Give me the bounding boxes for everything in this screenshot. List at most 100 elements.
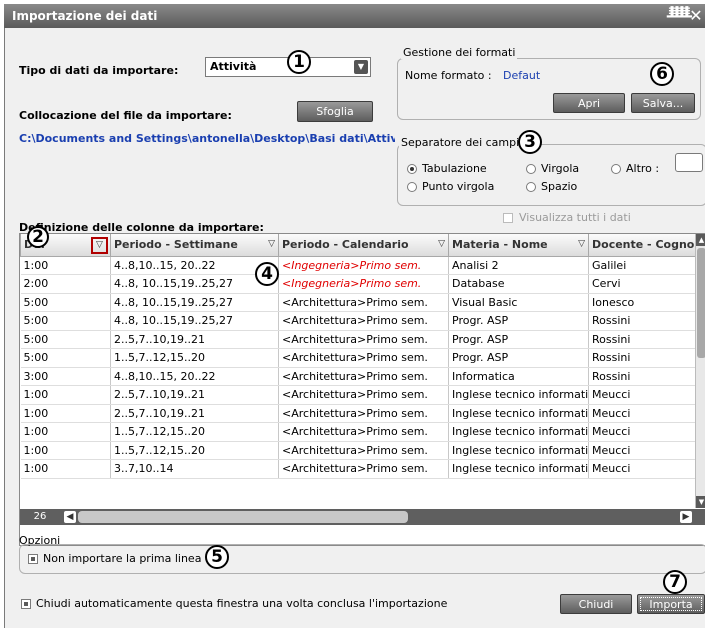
table-row[interactable]: 1:00 2..5,7..10,19..21 <Architettura>Primo… bbox=[20, 385, 697, 405]
radio-semicolon-label: Punto virgola bbox=[422, 180, 495, 193]
table-cell: 5:00 bbox=[20, 311, 111, 331]
column-header[interactable]: Periodo - Settimane ▽ bbox=[110, 234, 279, 257]
table-cell: Rossini bbox=[588, 311, 697, 331]
table-cell: Meucci bbox=[588, 385, 697, 405]
browse-button[interactable]: Sfoglia bbox=[297, 101, 373, 122]
callout-6: 6 bbox=[650, 62, 674, 86]
callout-2: 2 bbox=[27, 226, 49, 248]
column-dropdown-highlight[interactable]: ▽ bbox=[91, 237, 108, 254]
table-cell: Galilei bbox=[588, 256, 697, 275]
table-cell: Progr. ASP bbox=[448, 348, 589, 368]
sort-arrow-icon[interactable]: ▽ bbox=[268, 239, 275, 249]
scroll-right-icon[interactable]: ▶ bbox=[680, 511, 692, 523]
table-cell: 1:00 bbox=[20, 385, 111, 405]
save-format-button[interactable]: Salva... bbox=[631, 93, 695, 113]
scroll-thumb[interactable] bbox=[697, 248, 705, 358]
table-cell: Rossini bbox=[588, 367, 697, 386]
table-cell: <Architettura>Primo sem. bbox=[278, 404, 449, 423]
show-all-checkbox[interactable] bbox=[503, 213, 513, 223]
callout-3: 3 bbox=[518, 130, 542, 154]
scroll-left-icon[interactable]: ◀ bbox=[64, 511, 76, 523]
auto-close-checkbox[interactable] bbox=[21, 599, 31, 609]
table-cell: 1..5,7..12,15..20 bbox=[110, 422, 279, 442]
table-cell: Rossini bbox=[588, 348, 697, 368]
table-row[interactable]: 3:00 4..8,10..15, 20..22 <Architettura>Pri… bbox=[20, 367, 697, 386]
table-cell: <Architettura>Primo sem. bbox=[278, 459, 449, 479]
table-cell: Analisi 2 bbox=[448, 256, 589, 275]
separator-group bbox=[397, 144, 705, 206]
close-icon[interactable]: ✕ bbox=[687, 6, 705, 26]
table-cell: 1:00 bbox=[20, 256, 111, 275]
radio-semicolon[interactable] bbox=[407, 182, 417, 192]
scroll-up-icon[interactable]: ▲ bbox=[696, 234, 705, 246]
table-cell: 1:00 bbox=[20, 404, 111, 423]
callout-7: 7 bbox=[663, 570, 687, 594]
table-cell: 2..5,7..10,19..21 bbox=[110, 404, 279, 423]
radio-other[interactable] bbox=[611, 164, 621, 174]
table-cell: Rossini bbox=[588, 330, 697, 349]
table-cell: Meucci bbox=[588, 459, 697, 479]
radio-space[interactable] bbox=[526, 182, 536, 192]
table-row[interactable]: 5:00 4..8, 10..15,19..25,27 <Architettura>… bbox=[20, 311, 697, 331]
table-cell: <Architettura>Primo sem. bbox=[278, 367, 449, 386]
table-row[interactable]: 1:00 1..5,7..12,15..20 <Architettura>Primo… bbox=[20, 441, 697, 460]
table-cell: 2..5,7..10,19..21 bbox=[110, 385, 279, 405]
close-button[interactable]: Chiudi bbox=[560, 594, 632, 614]
table-row[interactable]: 5:00 1..5,7..12,15..20 <Architettura>Primo… bbox=[20, 348, 697, 368]
column-header[interactable]: Materia - Nome ▽ bbox=[448, 234, 589, 257]
vertical-scrollbar[interactable]: ▲ ▼ bbox=[695, 234, 705, 508]
title-bar: Importazione dei dati ᚙ ✕ bbox=[4, 4, 705, 28]
table-cell: Meucci bbox=[588, 404, 697, 423]
import-button[interactable]: Importa bbox=[637, 594, 705, 614]
table-row[interactable]: 1:00 1..5,7..12,15..20 <Architettura>Primo… bbox=[20, 422, 697, 442]
sort-arrow-icon[interactable]: ▽ bbox=[578, 239, 585, 249]
table-cell: 5:00 bbox=[20, 293, 111, 312]
header-row: Dur Periodo - Settimane▽ Periodo - Calen… bbox=[20, 234, 697, 257]
separator-legend: Separatore dei campi bbox=[399, 136, 522, 149]
table-cell: Inglese tecnico informatico bbox=[448, 422, 589, 442]
table-cell: 1..5,7..12,15..20 bbox=[110, 441, 279, 460]
column-header[interactable]: Docente - Cognome bbox=[588, 234, 697, 257]
table-cell: 5:00 bbox=[20, 330, 111, 349]
table-cell: Database bbox=[448, 274, 589, 294]
table-cell: <Architettura>Primo sem. bbox=[278, 311, 449, 331]
table-cell: 4..8, 10..15,19..25,27 bbox=[110, 293, 279, 312]
table-cell: 2:00 bbox=[20, 274, 111, 294]
table-row[interactable]: 1:00 2..5,7..10,19..21 <Architettura>Primo… bbox=[20, 404, 697, 423]
format-management-legend: Gestione dei formati bbox=[401, 46, 518, 59]
table-row[interactable]: 1:00 4..8,10..15, 20..22 <Ingegneria>Primo… bbox=[20, 256, 697, 275]
table-cell: Inglese tecnico informatico bbox=[448, 459, 589, 479]
table-cell: 4..8, 10..15,19..25,27 bbox=[110, 311, 279, 331]
table-row[interactable]: 5:00 4..8, 10..15,19..25,27 <Architettura>… bbox=[20, 293, 697, 312]
table-cell: 4..8,10..15, 20..22 bbox=[110, 367, 279, 386]
radio-tab[interactable] bbox=[407, 164, 417, 174]
table-cell: <Architettura>Primo sem. bbox=[278, 385, 449, 405]
horizontal-scrollbar[interactable] bbox=[78, 511, 408, 523]
other-separator-input[interactable] bbox=[675, 153, 703, 172]
table-row[interactable]: 1:00 3..7,10..14 <Architettura>Primo sem. I… bbox=[20, 459, 697, 479]
table-cell: 2..5,7..10,19..21 bbox=[110, 330, 279, 349]
open-format-button[interactable]: Apri bbox=[553, 93, 625, 113]
file-path: C:\Documents and Settings\antonella\Desk… bbox=[19, 132, 395, 145]
skip-first-line-label: Non importare la prima linea bbox=[43, 552, 202, 565]
table-row[interactable]: 5:00 2..5,7..10,19..21 <Architettura>Primo… bbox=[20, 330, 697, 349]
scroll-down-icon[interactable]: ▼ bbox=[696, 496, 705, 508]
column-header[interactable]: Periodo - Calendario ▽ bbox=[278, 234, 449, 257]
pin-icon[interactable]: ᚙ bbox=[667, 6, 692, 26]
table-cell: 3..7,10..14 bbox=[110, 459, 279, 479]
skip-first-line-checkbox[interactable] bbox=[28, 554, 38, 564]
table-cell: Progr. ASP bbox=[448, 330, 589, 349]
table-cell: Ionesco bbox=[588, 293, 697, 312]
table-cell: <Ingegneria>Primo sem. bbox=[278, 256, 449, 275]
table-cell: <Architettura>Primo sem. bbox=[278, 348, 449, 368]
table-cell: <Architettura>Primo sem. bbox=[278, 293, 449, 312]
data-type-value: Attività bbox=[210, 60, 257, 73]
auto-close-label: Chiudi automaticamente questa finestra u… bbox=[36, 597, 448, 610]
table-row[interactable]: 2:00 4..8, 10..15,19..25,27 <Ingegneria>Pr… bbox=[20, 274, 697, 294]
radio-comma[interactable] bbox=[526, 164, 536, 174]
radio-comma-label: Virgola bbox=[541, 162, 580, 175]
table-cell: 5:00 bbox=[20, 348, 111, 368]
sort-arrow-icon[interactable]: ▽ bbox=[438, 239, 445, 249]
import-dialog: Tipo di dati da importare: Attività ▼ 1 … bbox=[4, 28, 705, 628]
format-name-label: Nome formato : bbox=[405, 69, 492, 82]
